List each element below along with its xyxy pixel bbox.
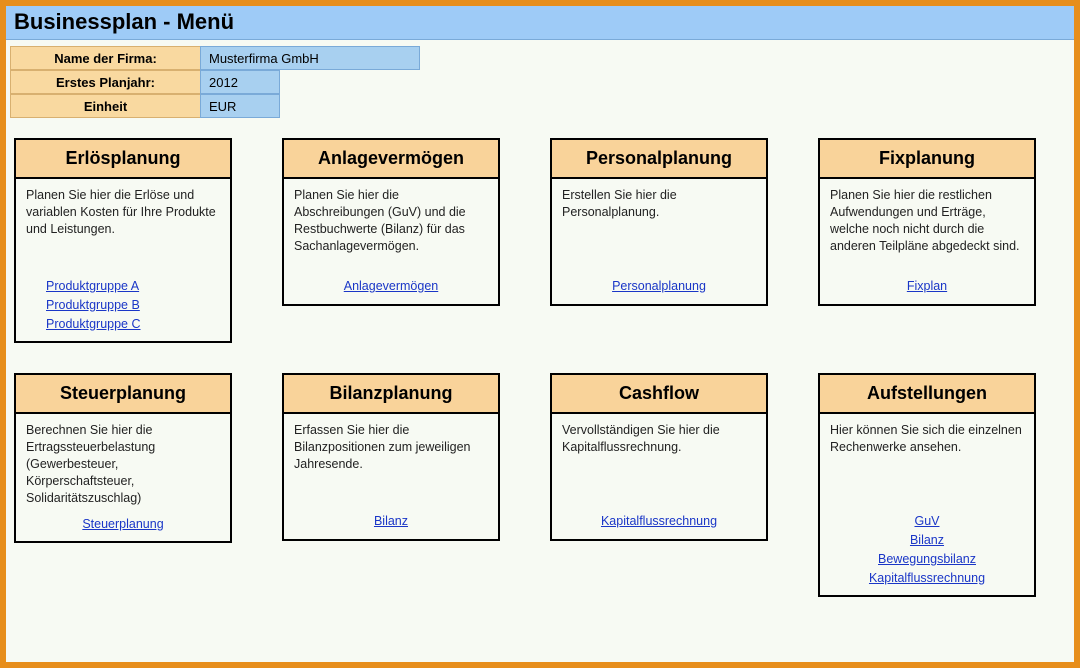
- card-header: Anlagevermögen: [284, 140, 498, 179]
- einheit-value[interactable]: EUR: [200, 94, 280, 118]
- card-links: Fixplan: [820, 275, 1034, 304]
- card-link[interactable]: Personalplanung: [562, 277, 756, 296]
- card-links: Bilanz: [284, 510, 498, 539]
- card-header: Bilanzplanung: [284, 375, 498, 414]
- card-header: Erlösplanung: [16, 140, 230, 179]
- card-links: Steuerplanung: [16, 513, 230, 542]
- card-body: Berechnen Sie hier die Ertragssteuerbela…: [16, 414, 230, 512]
- meta-section: Name der Firma: Musterfirma GmbH Erstes …: [6, 40, 1074, 120]
- firma-label: Name der Firma:: [10, 46, 200, 70]
- meta-row-einheit: Einheit EUR: [10, 94, 1070, 118]
- card-links: Kapitalflussrechnung: [552, 510, 766, 539]
- card-link[interactable]: Produktgruppe C: [46, 315, 220, 334]
- card: PersonalplanungErstellen Sie hier die Pe…: [550, 138, 768, 306]
- card: AnlagevermögenPlanen Sie hier die Abschr…: [282, 138, 500, 306]
- card-body: Erstellen Sie hier die Personalplanung.: [552, 179, 766, 275]
- card-link[interactable]: GuV: [830, 512, 1024, 531]
- card-header: Aufstellungen: [820, 375, 1034, 414]
- jahr-label: Erstes Planjahr:: [10, 70, 200, 94]
- card-link[interactable]: Produktgruppe A: [46, 277, 220, 296]
- card-body: Vervollständigen Sie hier die Kapitalflu…: [552, 414, 766, 510]
- card-links: GuVBilanzBewegungsbilanzKapitalflussrech…: [820, 510, 1034, 595]
- meta-row-jahr: Erstes Planjahr: 2012: [10, 70, 1070, 94]
- card-header: Fixplanung: [820, 140, 1034, 179]
- card: CashflowVervollständigen Sie hier die Ka…: [550, 373, 768, 541]
- card: FixplanungPlanen Sie hier die restlichen…: [818, 138, 1036, 306]
- card-link[interactable]: Bilanz: [294, 512, 488, 531]
- card-header: Steuerplanung: [16, 375, 230, 414]
- card-links: Personalplanung: [552, 275, 766, 304]
- sheet: Businessplan - Menü Name der Firma: Must…: [0, 0, 1080, 668]
- page-title: Businessplan - Menü: [6, 6, 1074, 40]
- card-link[interactable]: Anlagevermögen: [294, 277, 488, 296]
- card-body: Hier können Sie sich die einzelnen Reche…: [820, 414, 1034, 510]
- card-link[interactable]: Bilanz: [830, 531, 1024, 550]
- card-link[interactable]: Produktgruppe B: [46, 296, 220, 315]
- jahr-value[interactable]: 2012: [200, 70, 280, 94]
- card-link[interactable]: Steuerplanung: [26, 515, 220, 534]
- card-link[interactable]: Kapitalflussrechnung: [830, 569, 1024, 588]
- card-body: Erfassen Sie hier die Bilanzpositionen z…: [284, 414, 498, 510]
- card: BilanzplanungErfassen Sie hier die Bilan…: [282, 373, 500, 541]
- einheit-label: Einheit: [10, 94, 200, 118]
- card-links: Produktgruppe AProduktgruppe BProduktgru…: [16, 275, 230, 341]
- card-link[interactable]: Bewegungsbilanz: [830, 550, 1024, 569]
- meta-row-firma: Name der Firma: Musterfirma GmbH: [10, 46, 1070, 70]
- card: SteuerplanungBerechnen Sie hier die Ertr…: [14, 373, 232, 543]
- card-body: Planen Sie hier die Abschreibungen (GuV)…: [284, 179, 498, 275]
- cards-row-top: ErlösplanungPlanen Sie hier die Erlöse u…: [6, 132, 1074, 343]
- card-link[interactable]: Fixplan: [830, 277, 1024, 296]
- card: ErlösplanungPlanen Sie hier die Erlöse u…: [14, 138, 232, 343]
- card-link[interactable]: Kapitalflussrechnung: [562, 512, 756, 531]
- firma-value[interactable]: Musterfirma GmbH: [200, 46, 420, 70]
- card-header: Cashflow: [552, 375, 766, 414]
- card-body: Planen Sie hier die Erlöse und variablen…: [16, 179, 230, 275]
- card-links: Anlagevermögen: [284, 275, 498, 304]
- card-body: Planen Sie hier die restlichen Aufwendun…: [820, 179, 1034, 275]
- cards-row-bottom: SteuerplanungBerechnen Sie hier die Ertr…: [6, 367, 1074, 597]
- card-header: Personalplanung: [552, 140, 766, 179]
- card: AufstellungenHier können Sie sich die ei…: [818, 373, 1036, 597]
